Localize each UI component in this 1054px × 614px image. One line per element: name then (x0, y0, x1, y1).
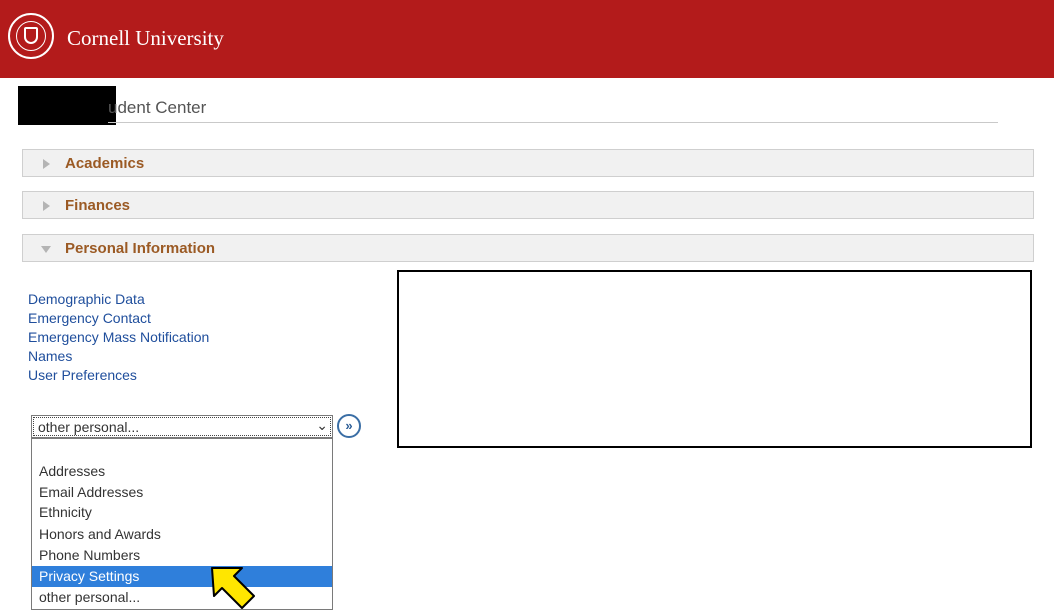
expand-arrow-icon (43, 159, 50, 169)
go-button[interactable]: » (337, 414, 361, 438)
select-value: other personal... (38, 419, 140, 435)
option-privacy-settings[interactable]: Privacy Settings (32, 566, 332, 587)
section-personal-information[interactable]: Personal Information (22, 234, 1034, 262)
title-divider (108, 122, 998, 123)
section-finances[interactable]: Finances (22, 191, 1034, 219)
select-options-list: Addresses Email Addresses Ethnicity Hono… (31, 438, 333, 610)
collapse-arrow-icon (41, 246, 51, 253)
university-name: Cornell University (67, 26, 224, 50)
section-label: Finances (65, 197, 131, 214)
option-honors-and-awards[interactable]: Honors and Awards (32, 524, 332, 545)
section-label: Academics (65, 155, 145, 172)
section-label: Personal Information (65, 240, 216, 257)
option-email-addresses[interactable]: Email Addresses (32, 482, 332, 503)
option-other-personal[interactable]: other personal... (32, 587, 332, 608)
option-addresses[interactable]: Addresses (32, 461, 332, 482)
link-emergency-contact[interactable]: Emergency Contact (28, 309, 209, 328)
section-academics[interactable]: Academics (22, 149, 1034, 177)
page-title: udent Center (108, 98, 207, 117)
cornell-seal-icon (8, 13, 54, 59)
link-user-preferences[interactable]: User Preferences (28, 366, 209, 385)
other-personal-select[interactable]: other personal... ⌄ (31, 415, 333, 438)
expand-arrow-icon (43, 201, 50, 211)
top-banner: Cornell University (0, 0, 1054, 78)
link-demographic-data[interactable]: Demographic Data (28, 290, 209, 309)
personal-links: Demographic Data Emergency Contact Emerg… (28, 290, 209, 385)
redaction-block (18, 86, 116, 125)
personal-info-panel (397, 270, 1032, 448)
link-names[interactable]: Names (28, 347, 209, 366)
option-ethnicity[interactable]: Ethnicity (32, 502, 332, 523)
option-phone-numbers[interactable]: Phone Numbers (32, 545, 332, 566)
link-emergency-mass-notification[interactable]: Emergency Mass Notification (28, 328, 209, 347)
arrow-pointer-icon (211, 567, 255, 609)
chevron-down-icon: ⌄ (316, 417, 328, 433)
